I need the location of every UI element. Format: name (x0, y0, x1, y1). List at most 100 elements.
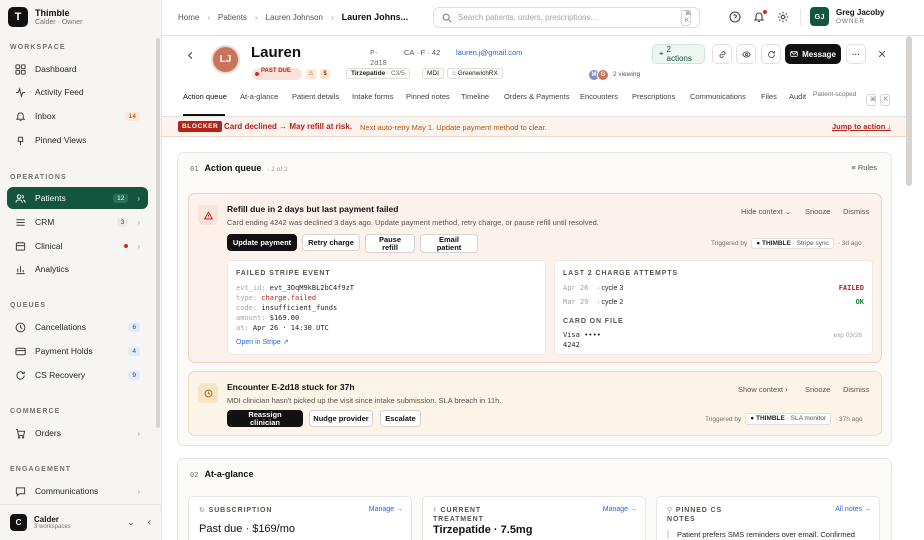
charge-row: Apr 26 · cycle 3 FAILED (563, 284, 864, 292)
clock-icon (15, 322, 26, 332)
tab-pinned-notes[interactable]: Pinned notes (406, 92, 450, 101)
more-button[interactable]: ··· (846, 44, 866, 64)
stethoscope-icon (15, 241, 26, 251)
snooze-button[interactable]: Snooze (805, 385, 830, 394)
sidebar-item-communications[interactable]: Communications › (7, 480, 148, 502)
shortcut-key: ⌘ (866, 94, 876, 106)
event-id[interactable]: evt_id: evt_3OqM9kBL2bC4f9zT (236, 284, 354, 292)
sidebar-item-payment-holds[interactable]: Payment Holds 4 (7, 340, 148, 362)
activity-icon (15, 86, 26, 98)
patient-email[interactable]: lauren.j@gmail.com (456, 48, 522, 57)
escalate-button[interactable]: Escalate (380, 410, 421, 427)
tab-intake-forms[interactable]: Intake forms (352, 92, 393, 101)
crm-count-badge: 3 (116, 217, 129, 227)
open-in-stripe-link[interactable]: Open in Stripe ↗ (236, 338, 289, 346)
user-name: Greg Jacoby (836, 8, 885, 17)
tab-encounters[interactable]: Encounters (580, 92, 618, 101)
subscription-value: Past due · $169/mo (199, 523, 296, 535)
jump-to-action-link[interactable]: Jump to action ↓ (832, 122, 891, 131)
tab-orders-payments[interactable]: Orders & Payments (504, 92, 569, 101)
close-icon[interactable] (878, 50, 886, 58)
tab-patient-details[interactable]: Patient details (292, 92, 339, 101)
patient-avatar: LJ (211, 45, 240, 74)
actions-button[interactable]: ⌖ 2 actions (652, 44, 705, 64)
sidebar-item-orders[interactable]: Orders › (7, 422, 148, 444)
pinned-note: Patient prefers SMS reminders over email… (667, 530, 877, 539)
avatar: GJ (810, 7, 829, 26)
sidebar-item-label: Patients (35, 193, 66, 203)
cs-recovery-count-badge: 9 (128, 370, 140, 380)
gear-icon[interactable] (777, 11, 789, 23)
inbox-count-badge: 14 (124, 111, 140, 121)
link-button[interactable] (712, 44, 732, 64)
nudge-provider-button[interactable]: Nudge provider (309, 410, 373, 427)
email-patient-button[interactable]: Email patient (420, 234, 478, 253)
hide-context-button[interactable]: Hide context ⌄ (741, 207, 791, 216)
sidebar-item-patients[interactable]: Patients 12 › (7, 187, 148, 209)
dismiss-button[interactable]: Dismiss (843, 385, 869, 394)
all-notes-link[interactable]: All notes → (835, 506, 871, 513)
trigger-info: Triggered by ● THIMBLE · SLA monitor · 3… (705, 413, 863, 425)
chevron-down-icon[interactable]: ⌄ (127, 517, 135, 528)
pause-refill-button[interactable]: Pause refill (365, 234, 415, 253)
sidebar-item-activity[interactable]: Activity Feed (7, 81, 148, 103)
show-context-button[interactable]: Show context › (738, 385, 788, 394)
patient-id[interactable]: P- 2d18 (370, 48, 387, 68)
tab-at-a-glance[interactable]: At-a-glance (240, 92, 278, 101)
viewing-count: 2 viewing (613, 71, 641, 78)
sidebar-item-dashboard[interactable]: Dashboard (7, 58, 148, 80)
clock-icon (198, 383, 218, 403)
provider-pill[interactable]: MDI (422, 68, 444, 79)
crumb-patient[interactable]: Lauren Johnson (266, 13, 323, 22)
tab-timeline[interactable]: Timeline (461, 92, 489, 101)
main-scrollbar[interactable] (906, 36, 912, 186)
retry-charge-button[interactable]: Retry charge (302, 234, 360, 251)
sidebar-item-cs-recovery[interactable]: CS Recovery 9 (7, 364, 148, 386)
sidebar-item-clinical[interactable]: Clinical › (7, 235, 148, 257)
trigger-source-pill: ● THIMBLE · Stripe sync (751, 238, 834, 249)
billing-badge: $ (320, 69, 330, 79)
tab-action-queue[interactable]: Action queue (183, 92, 227, 101)
pill-icon: ⚕ (433, 507, 441, 514)
medication-pill[interactable]: Tirzepatide · C3/5 (346, 68, 410, 79)
sidebar-item-cancellations[interactable]: Cancellations 6 (7, 316, 148, 338)
card-title: Encounter E-2d18 stuck for 37h (227, 382, 355, 392)
chevron-right-icon: › (137, 217, 140, 227)
brand[interactable]: T Thimble Calder · Owner (8, 7, 82, 27)
update-payment-button[interactable]: Update payment (227, 234, 297, 251)
workspace-switcher[interactable]: C Calder 3 workspaces ⌄ ‹ (0, 504, 161, 540)
sidebar-item-pinned[interactable]: Pinned Views (7, 129, 148, 151)
search-input[interactable]: Search patients, orders, prescriptions..… (433, 7, 700, 28)
tab-audit[interactable]: Audit (789, 92, 806, 101)
snooze-button[interactable]: Snooze (805, 207, 830, 216)
warning-icon (198, 205, 218, 225)
manage-link[interactable]: Manage → (369, 506, 403, 513)
user-menu[interactable]: GJ Greg Jacoby OWNER (810, 7, 884, 26)
sidebar-scrollbar[interactable] (156, 38, 160, 428)
tab-communications[interactable]: Communications (690, 92, 746, 101)
crumb-home[interactable]: Home (178, 13, 199, 22)
sidebar: T Thimble Calder · Owner WORKSPACE Dashb… (0, 0, 162, 540)
crumb-patients[interactable]: Patients (218, 13, 247, 22)
section-operations: OPERATIONS (10, 174, 67, 181)
tab-prescriptions[interactable]: Prescriptions (632, 92, 675, 101)
message-button[interactable]: Message (785, 44, 841, 64)
dashboard-icon (15, 63, 26, 75)
back-arrow-icon[interactable] (186, 51, 195, 60)
dismiss-button[interactable]: Dismiss (843, 207, 869, 216)
sidebar-item-inbox[interactable]: Inbox 14 (7, 105, 148, 127)
search-shortcut: ⌘ K (681, 9, 691, 26)
view-button[interactable] (736, 44, 756, 64)
rules-button[interactable]: ≡ Rules (851, 163, 877, 172)
sidebar-item-analytics[interactable]: Analytics (7, 258, 148, 280)
patients-count-badge: 12 (113, 193, 129, 203)
pharmacy-pill[interactable]: ⌂ GreenwichRX (447, 68, 503, 79)
refresh-button[interactable] (761, 44, 781, 64)
collapse-sidebar-icon[interactable]: ‹ (148, 517, 151, 528)
reassign-clinician-button[interactable]: Reassign clinician (227, 410, 303, 427)
manage-link[interactable]: Manage → (603, 506, 637, 513)
sidebar-item-crm[interactable]: CRM 3 › (7, 211, 148, 233)
tab-files[interactable]: Files (761, 92, 777, 101)
help-icon[interactable] (729, 11, 741, 23)
search-icon (442, 13, 452, 23)
